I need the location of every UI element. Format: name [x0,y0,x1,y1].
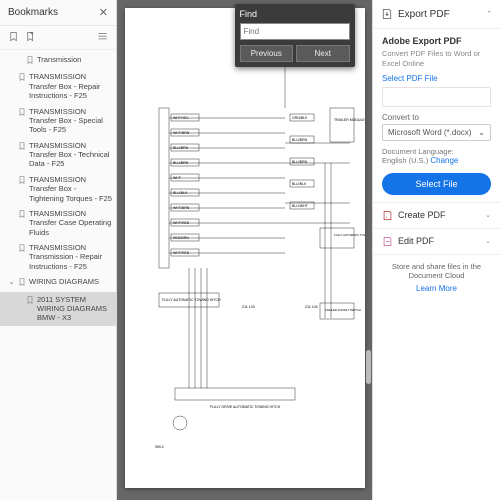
svg-text:Z11 143: Z11 143 [242,305,255,309]
sidebar-title: Bookmarks [8,7,58,18]
doclang-label: Document Language: [382,147,454,156]
close-icon[interactable]: ✕ [99,6,108,19]
find-input[interactable] [240,23,350,40]
edit-pdf-icon [382,236,393,247]
find-bar: Find Previous Next [235,4,355,67]
convert-to-label: Convert to [382,113,491,122]
bookmark-item[interactable]: TRANSMISSION Transmission - Repair Instr… [0,240,116,274]
bookmark-label: TRANSMISSION Transfer Box - Repair Instr… [29,72,112,100]
chevron-down-icon: ⌄ [485,211,491,219]
bookmark-item[interactable]: TRANSMISSION Transfer Box - Repair Instr… [0,69,116,103]
bookmark-label: TRANSMISSION Transfer Box - Tightening T… [29,175,112,203]
learn-more-link[interactable]: Learn More [382,284,491,294]
chevron-down-icon: ⌄ [485,237,491,245]
svg-text:BLU/BRN: BLU/BRN [292,160,308,164]
adobe-export-subtitle: Convert PDF Files to Word or Excel Onlin… [382,49,491,69]
bookmark-icon [18,210,26,220]
chevron-down-icon: ⌄ [478,128,485,137]
options-icon[interactable] [97,31,108,44]
selected-file-box[interactable] [382,87,491,107]
svg-text:TRAILER SOCKET SWITCH: TRAILER SOCKET SWITCH [325,308,361,312]
svg-text:RED/BRN: RED/BRN [173,236,189,240]
svg-text:FULLY AUTOMATIC TOWING HITCH S: FULLY AUTOMATIC TOWING HITCH SWITCH [334,233,365,237]
pdf-page: HOT W/ TERMINAL 30B RELAY ENERGIZED FUSE… [125,8,365,488]
svg-text:FULLY AUTOMATIC TOWING HITCH: FULLY AUTOMATIC TOWING HITCH [162,298,221,302]
bookmark-item[interactable]: Transmission [0,52,116,69]
svg-text:WHT: WHT [173,176,182,180]
promo-text: Store and share files in the Document Cl… [382,262,491,282]
doclang-value: English (U.S.) [382,156,428,165]
svg-text:BLU/BRN: BLU/BRN [173,146,189,150]
sidebar-toolbar [0,26,116,50]
sidebar-header: Bookmarks ✕ [0,0,116,26]
bookmark-icon [26,296,34,306]
export-pdf-label: Export PDF [398,9,450,20]
bookmark-icon [18,142,26,152]
bookmark-tool-icon[interactable] [8,31,19,44]
create-pdf-row[interactable]: + Create PDF ⌄ [373,202,500,228]
bookmark-icon [18,244,26,254]
scrollbar-thumb[interactable] [366,350,371,384]
wiring-diagram: HOT W/ TERMINAL 30B RELAY ENERGIZED FUSE… [125,8,365,488]
edit-pdf-row[interactable]: Edit PDF ⌄ [373,228,500,254]
bookmark-icon [26,56,34,66]
svg-text:WHT/RED: WHT/RED [173,251,190,255]
change-lang-link[interactable]: Change [430,156,458,165]
svg-text:FULLY DRIVE AUTOMATIC TOWING H: FULLY DRIVE AUTOMATIC TOWING HITCH [210,405,281,409]
svg-text:WHT/YEL: WHT/YEL [173,116,189,120]
svg-text:BLU/WHT: BLU/WHT [292,204,309,208]
format-value: Microsoft Word (*.docx) [388,128,471,137]
bookmark-icon [18,176,26,186]
bookmark-item[interactable]: TRANSMISSION Transfer Box - Tightening T… [0,172,116,206]
find-next-button[interactable]: Next [296,45,350,62]
create-pdf-icon: + [382,210,393,221]
bookmark-item[interactable]: ⌄ WIRING DIAGRAMS [0,274,116,291]
find-previous-button[interactable]: Previous [240,45,294,62]
bookmarks-panel: Bookmarks ✕ Transmission TRANSMISSION Tra… [0,0,117,500]
bookmark-icon [18,278,26,288]
svg-text:BLU/BLK: BLU/BLK [173,191,188,195]
tools-panel: Export PDF ⌃ Adobe Export PDF Convert PD… [372,0,500,500]
svg-text:WHT/BRN: WHT/BRN [173,131,190,135]
svg-text:BLU/BRN: BLU/BRN [173,161,189,165]
create-pdf-label: Create PDF [398,210,446,220]
chevron-up-icon: ⌃ [486,10,492,18]
svg-text:TRAILER MODULE: TRAILER MODULE [334,118,365,122]
new-bookmark-icon[interactable] [25,31,36,44]
bookmark-item[interactable]: TRANSMISSION Transfer Case Operating Flu… [0,206,116,240]
svg-text:Z11 143: Z11 143 [305,305,318,309]
bookmark-label: TRANSMISSION Transfer Case Operating Flu… [29,209,112,237]
format-select[interactable]: Microsoft Word (*.docx) ⌄ [382,124,491,141]
bookmark-list[interactable]: Transmission TRANSMISSION Transfer Box - … [0,50,116,500]
bookmark-icon [18,73,26,83]
bookmark-label: WIRING DIAGRAMS [29,277,99,286]
svg-text:BLU/BRN: BLU/BRN [292,138,308,142]
bookmark-label: TRANSMISSION Transmission - Repair Instr… [29,243,112,271]
bookmark-item[interactable]: TRANSMISSION Transfer Box - Technical Da… [0,138,116,172]
svg-text:BLU/BLK: BLU/BLK [292,182,307,186]
bookmark-label: TRANSMISSION Transfer Box - Special Tool… [29,107,112,135]
svg-text:959.2: 959.2 [155,445,164,449]
export-icon [381,8,393,20]
edit-pdf-label: Edit PDF [398,236,434,246]
export-section: Adobe Export PDF Convert PDF Files to Wo… [373,29,500,202]
cloud-promo: Store and share files in the Document Cl… [373,254,500,302]
svg-text:GRN/BLK: GRN/BLK [292,116,308,120]
select-pdf-link[interactable]: Select PDF File [382,74,491,83]
document-viewport[interactable]: HOT W/ TERMINAL 30B RELAY ENERGIZED FUSE… [117,0,372,500]
svg-text:+: + [385,215,387,219]
bookmark-item[interactable]: 2011 SYSTEM WIRING DIAGRAMS BMW - X3 [0,292,116,326]
bookmark-label: 2011 SYSTEM WIRING DIAGRAMS BMW - X3 [37,295,112,323]
find-title: Find [240,9,350,19]
adobe-export-title: Adobe Export PDF [382,36,491,46]
bookmark-label: Transmission [37,55,81,64]
select-file-button[interactable]: Select File [382,173,491,195]
bookmark-icon [18,108,26,118]
svg-text:WHT/BRN: WHT/BRN [173,206,190,210]
caret-icon[interactable]: ⌄ [8,277,15,286]
svg-text:WHT/RED: WHT/RED [173,221,190,225]
bookmark-item[interactable]: TRANSMISSION Transfer Box - Special Tool… [0,104,116,138]
export-pdf-header[interactable]: Export PDF ⌃ [373,0,500,29]
bookmark-label: TRANSMISSION Transfer Box - Technical Da… [29,141,112,169]
